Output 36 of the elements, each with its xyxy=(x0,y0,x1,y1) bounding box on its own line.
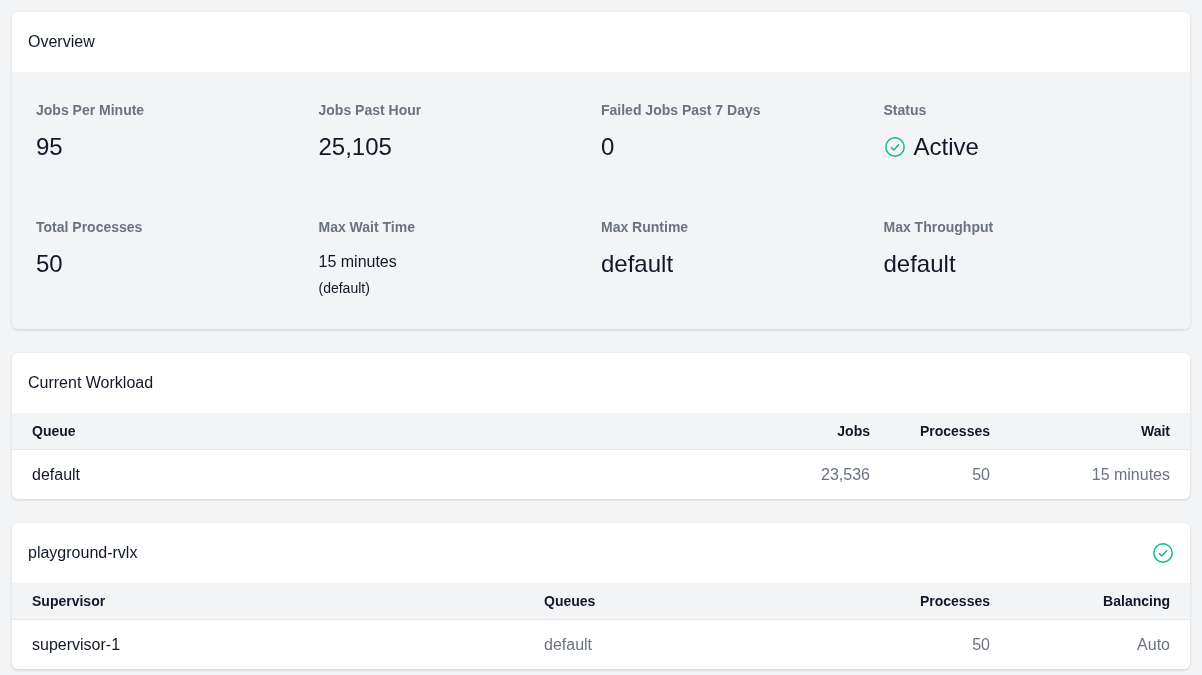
stat-note: (default) xyxy=(318,279,371,298)
column-header: Processes xyxy=(918,421,990,441)
table-cell-text: 50 xyxy=(971,464,990,485)
stat-value: default xyxy=(883,249,957,279)
card-title: Current Workload xyxy=(28,373,154,393)
table-cell-text: 23,536 xyxy=(820,464,870,485)
stat-label: Total Processes xyxy=(36,218,144,237)
column-header: Queue xyxy=(32,421,77,441)
table-cell-text: 15 minutes xyxy=(1090,464,1170,485)
stat-label: Status xyxy=(883,101,928,120)
table-cell-text: 50 xyxy=(971,634,990,655)
stat-value: 95 xyxy=(36,132,64,162)
stat-label: Max Wait Time xyxy=(318,218,416,237)
stat-value: Active xyxy=(913,132,979,162)
column-header: Jobs xyxy=(836,421,870,441)
stat-label: Jobs Per Minute xyxy=(36,101,146,120)
stat-value: default xyxy=(601,249,675,279)
card-title: playground-rvlx xyxy=(28,543,138,563)
card-title: Overview xyxy=(28,32,95,52)
table-cell-text: default xyxy=(544,634,594,655)
stat-value: 50 xyxy=(36,249,64,279)
table-cell-text: Auto xyxy=(1136,634,1170,655)
stat-label: Max Runtime xyxy=(601,218,690,237)
column-header: Balancing xyxy=(1102,591,1170,611)
table-cell-text: supervisor-1 xyxy=(32,634,122,655)
column-header: Queues xyxy=(544,591,597,611)
stat-label: Max Throughput xyxy=(883,218,995,237)
column-header: Processes xyxy=(918,591,990,611)
table-cell-text: default xyxy=(32,464,82,485)
column-header: Supervisor xyxy=(32,591,107,611)
stat-value: 15 minutes xyxy=(318,252,398,272)
stat-label: Failed Jobs Past 7 Days xyxy=(601,101,762,120)
stat-value: 25,105 xyxy=(318,132,393,162)
column-header: Wait xyxy=(1139,421,1170,441)
stat-value: 0 xyxy=(601,132,616,162)
stat-label: Jobs Past Hour xyxy=(318,101,423,120)
